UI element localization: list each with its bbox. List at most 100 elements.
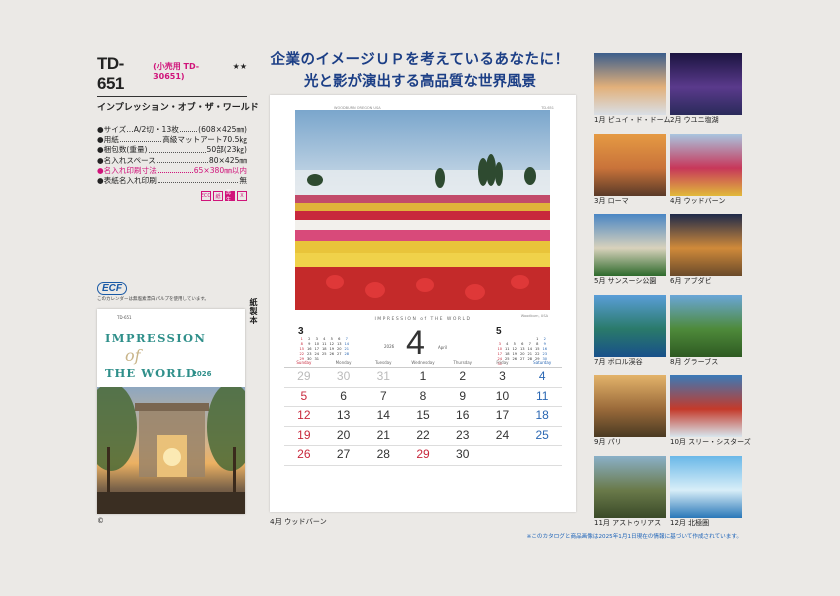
cover-year: 2026 <box>192 370 212 378</box>
day-cell: 29 <box>297 369 311 383</box>
page-caption: 4月 ウッドバーン <box>270 517 327 526</box>
spec-item: ●名入れスペース 80×425㎜ <box>97 156 247 166</box>
day-header: Monday <box>335 360 352 365</box>
spec-badge-icon: 紙 <box>213 191 223 202</box>
day-cell <box>483 446 523 465</box>
product-info: TD-651 (小売用 TD-30651) ★★ インプレッション・オブ・ザ・ワ… <box>97 54 259 203</box>
day-cell: 6 <box>340 388 347 403</box>
day-cell: 10 <box>495 388 510 403</box>
thumbnail-photo <box>594 294 666 357</box>
ecf-mark: ECF <box>97 282 127 295</box>
thumbnail-photo <box>594 133 666 196</box>
spec-value: 50部(23㎏) <box>206 145 247 155</box>
day-cell: 8 <box>419 388 427 403</box>
day-header: Wednesday <box>411 360 435 365</box>
thumbnail: 9月 パリ <box>594 375 666 456</box>
spec-item: ●用紙 高級マットアート70.5㎏ <box>97 135 247 145</box>
copyright-mark: © <box>97 517 104 525</box>
tulip-field-photo <box>295 110 550 310</box>
thumbnail-row: 3月 ローマ 4月 ウッドバーン <box>594 133 742 215</box>
day-cell: 31 <box>376 369 390 383</box>
ecf-note: このカレンダーは無塩素漂白パルプを使用しています。 <box>97 297 209 302</box>
thumbnail-caption: 2月 ウユニ塩湖 <box>670 116 719 124</box>
calendar-month: 4 <box>406 324 425 362</box>
thumbnail-photo <box>594 53 666 115</box>
rating-stars: ★★ <box>232 62 247 71</box>
day-cell: 5 <box>300 388 308 403</box>
day-header: Thursday <box>453 360 473 365</box>
thumbnail-caption: 8月 グラーブス <box>670 357 719 366</box>
day-cell: 17 <box>495 408 510 422</box>
thumbnail-photo <box>670 133 742 196</box>
day-cell: 12 <box>297 408 311 422</box>
spec-leader <box>157 176 239 184</box>
day-cell: 29 <box>416 447 430 461</box>
mini-next-month: 5 <box>496 326 502 337</box>
spec-label: ●サイズ…A/2切・13枚 <box>97 125 179 134</box>
thumbnail-photo <box>670 375 742 437</box>
day-cell: 25 <box>535 427 549 442</box>
day-cell: 21 <box>376 427 390 442</box>
thumbnail: 5月 サンスーシ公園 <box>594 214 666 295</box>
day-header: Saturday <box>533 360 552 365</box>
day-cell: 20 <box>336 427 351 442</box>
thumbnail: 1月 ピュイ・ド・ドーム <box>594 53 671 134</box>
day-cell: 16 <box>456 408 470 422</box>
day-cell: 11 <box>535 388 549 403</box>
spec-item: ●サイズ…A/2切・13枚 (608×425㎜) <box>97 125 247 135</box>
day-cell: 7 <box>379 388 387 403</box>
thumbnail-photo <box>670 53 742 115</box>
spec-badge-icon: 再生 <box>225 190 235 203</box>
thumbnail-row: 9月 パリ 10月 スリー・シスターズ <box>594 375 751 456</box>
month-grid: Sunday Monday Tuesday Wednesday Thursday Frid… <box>284 360 562 466</box>
thumbnail-caption: 7月 ボロル渓谷 <box>594 357 643 366</box>
cover-title-line2: THE WORLD <box>105 366 197 380</box>
day-cell: 9 <box>459 388 467 403</box>
day-cell: 3 <box>499 369 506 383</box>
binding-label: 紙製本 <box>249 298 258 325</box>
thumbnail: 2月 ウユニ塩湖 <box>670 53 742 134</box>
thumbnail: 12月 北極圏 <box>670 455 742 537</box>
monthly-thumbnails: 1月 ピュイ・ド・ドーム 2月 ウユニ塩湖 3月 ローマ 4月 ウッドバーン 5月 サン… <box>594 53 751 537</box>
day-cell: 30 <box>456 447 470 461</box>
spec-label: ●表紙名入れ印刷 <box>97 176 157 186</box>
mini-prev-month: 3 <box>298 326 304 337</box>
spec-label: ●名入れスペース <box>97 155 156 165</box>
day-header-row: Sunday Monday Tuesday Wednesday Thursday Frid… <box>284 360 562 368</box>
spec-leader <box>148 145 206 153</box>
headline-line2: 光と影が演出する高品質な世界風景 <box>304 73 536 90</box>
day-header: Tuesday <box>375 360 392 365</box>
thumbnail-photo <box>594 375 666 437</box>
thumbnail: 11月 アストゥリアス <box>594 455 666 537</box>
day-cell: 28 <box>376 447 390 461</box>
spec-label: ●名入れ印刷寸法 <box>97 165 157 175</box>
thumbnail-caption: 9月 パリ <box>594 438 622 446</box>
thumbnail: 3月 ローマ <box>594 133 666 215</box>
week-row: 12 13 14 15 16 17 18 <box>284 407 562 427</box>
thumbnail-photo <box>670 294 742 357</box>
spec-value: (608×425㎜) <box>198 125 247 134</box>
thumbnail-caption: 5月 サンスーシ公園 <box>594 277 657 285</box>
product-code-row: TD-651 (小売用 TD-30651) ★★ <box>97 54 247 97</box>
thumbnail-caption: 4月 ウッドバーン <box>670 196 726 205</box>
cover-code: TD-651 <box>117 315 132 320</box>
thumbnail-caption: 6月 アブダビ <box>670 277 712 285</box>
cover-title-of: of <box>125 346 141 365</box>
spec-item: ●名入れ印刷寸法 65×380㎜以内 <box>97 166 247 176</box>
week-row: 26 27 28 29 30 <box>284 446 562 466</box>
spec-leader <box>157 166 193 174</box>
thumbnail: 6月 アブダビ <box>670 214 742 295</box>
spec-value: 高級マットアート70.5㎏ <box>162 135 247 145</box>
thumbnail-row: 5月 サンスーシ公園 6月 アブダビ <box>594 214 742 295</box>
day-cell: 4 <box>538 369 546 383</box>
day-cell: 19 <box>297 427 311 442</box>
spec-label: ●梱包数(重量) <box>97 145 148 155</box>
spec-leader <box>156 156 208 163</box>
thumbnail: 7月 ボロル渓谷 <box>594 294 666 376</box>
spec-leader <box>119 135 162 143</box>
thumbnail: 10月 スリー・シスターズ <box>670 375 751 456</box>
product-code: TD-651 <box>97 54 124 93</box>
thumbnail-caption: 12月 北極圏 <box>670 518 710 527</box>
day-cell: 26 <box>297 447 311 461</box>
thumbnail-caption: 1月 ピュイ・ド・ドーム <box>594 116 671 124</box>
